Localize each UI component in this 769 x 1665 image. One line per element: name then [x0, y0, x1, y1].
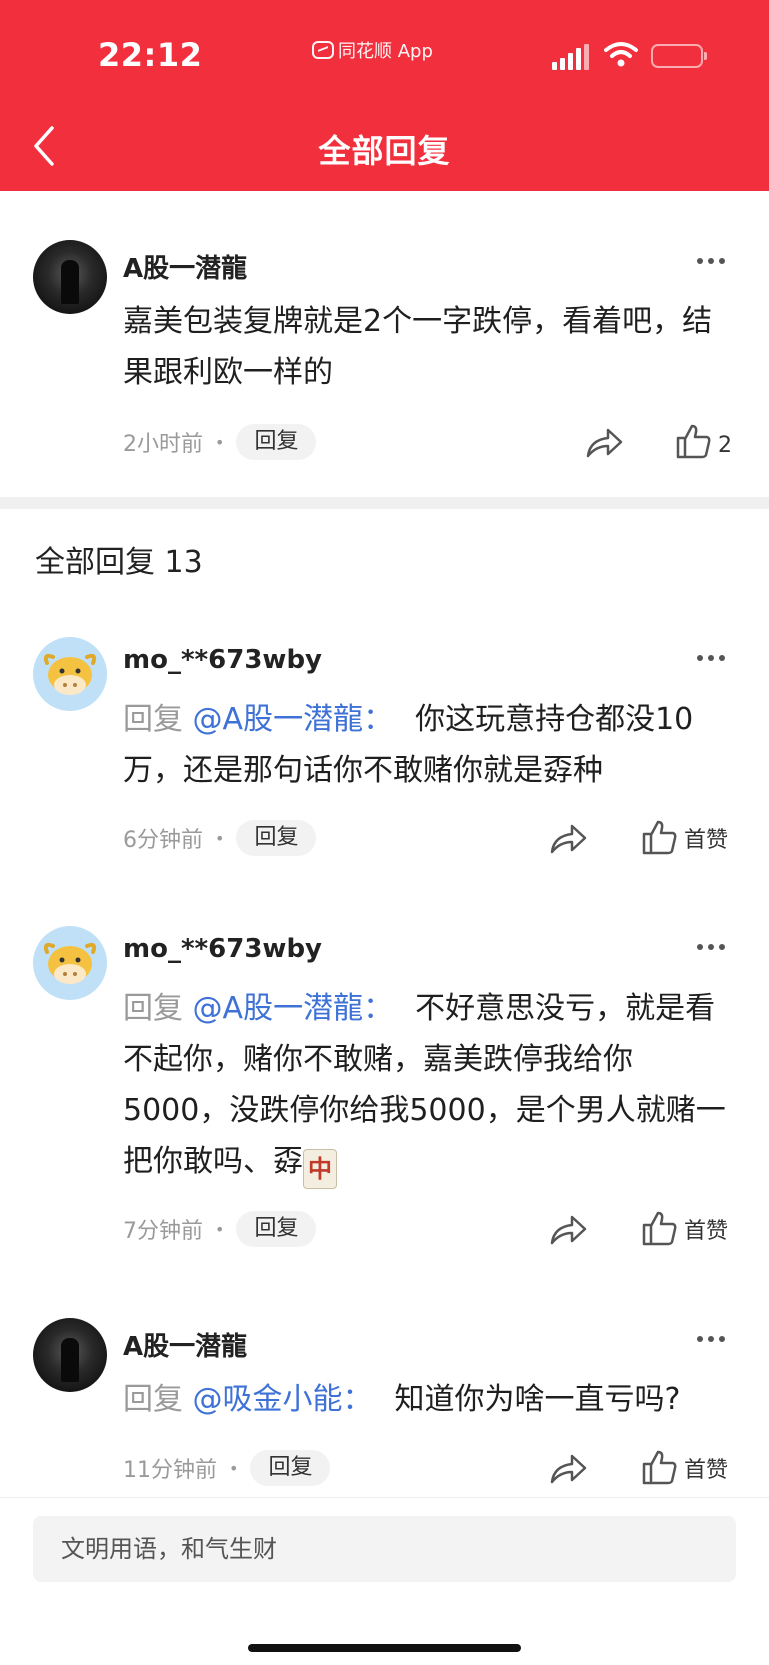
- section-title: 全部回复 13: [35, 545, 203, 580]
- meta-separator: •: [215, 828, 225, 848]
- comment-time: 7分钟前: [123, 1219, 203, 1244]
- app-logo-icon: [312, 41, 334, 59]
- thumbs-up-icon: [642, 820, 677, 855]
- comment-input-bar: 文明用语，和气生财: [0, 1497, 769, 1665]
- like-label: 首赞: [684, 1219, 729, 1244]
- share-icon[interactable]: [548, 1452, 588, 1486]
- more-options-icon[interactable]: [697, 1336, 725, 1342]
- like-button[interactable]: 首赞: [640, 1448, 728, 1486]
- like-button[interactable]: 2: [674, 422, 732, 460]
- avatar[interactable]: [33, 637, 107, 711]
- username[interactable]: A股一潜龍: [123, 1326, 247, 1363]
- more-options-icon[interactable]: [697, 258, 725, 264]
- thumbs-up-icon: [642, 1450, 677, 1485]
- comment-meta: 2小时前 • 回复: [123, 424, 317, 460]
- app-indicator: 同花顺 App: [312, 38, 433, 62]
- like-label: 首赞: [684, 828, 729, 853]
- status-time: 22:12: [98, 36, 203, 74]
- meta-separator: •: [229, 1458, 239, 1478]
- reply-content: 知道你为啥一直亏吗?: [394, 1382, 681, 1417]
- reply-prefix: 回复: [123, 702, 183, 737]
- like-label: 首赞: [684, 1458, 729, 1483]
- cow-avatar-icon: [43, 942, 97, 984]
- home-indicator[interactable]: [248, 1644, 521, 1652]
- reply-button[interactable]: 回复: [250, 1450, 331, 1486]
- reply-prefix: 回复: [123, 991, 183, 1026]
- comment-text: 嘉美包装复牌就是2个一字跌停，看着吧，结果跟利欧一样的: [123, 304, 713, 390]
- section-divider: [0, 497, 769, 509]
- app-label: 同花顺 App: [338, 41, 433, 62]
- more-options-icon[interactable]: [697, 944, 725, 950]
- reply-button[interactable]: 回复: [236, 424, 317, 460]
- comment-time: 2小时前: [123, 432, 203, 457]
- comment-time: 6分钟前: [123, 828, 203, 853]
- username[interactable]: A股一潜龍: [123, 248, 247, 285]
- like-button[interactable]: 首赞: [640, 818, 728, 856]
- comment-meta: 11分钟前 • 回复: [123, 1450, 331, 1486]
- like-count: 2: [718, 433, 732, 458]
- mahjong-emoji-icon: 中: [303, 1149, 337, 1189]
- like-button[interactable]: 首赞: [640, 1209, 728, 1247]
- wifi-icon: [604, 42, 638, 67]
- reply-text: 回复 @A股一潜龍： 你这玩意持仓都没10万，还是那句话你不敢赌你就是孬种: [123, 694, 735, 796]
- reply-button[interactable]: 回复: [236, 1211, 317, 1247]
- meta-separator: •: [215, 432, 225, 452]
- cow-avatar-icon: [43, 653, 97, 695]
- mention-link[interactable]: @吸金小能：: [193, 1382, 373, 1417]
- page-title: 全部回复: [318, 132, 451, 170]
- comment-input[interactable]: 文明用语，和气生财: [33, 1516, 736, 1582]
- mention-link[interactable]: @A股一潜龍：: [193, 991, 394, 1026]
- cellular-signal-icon: [552, 42, 589, 70]
- battery-icon: [651, 44, 707, 68]
- username[interactable]: mo_**673wby: [123, 934, 322, 964]
- comment-time: 11分钟前: [123, 1458, 217, 1483]
- thumbs-up-icon: [676, 424, 711, 459]
- avatar[interactable]: [33, 240, 107, 314]
- mention-link[interactable]: @A股一潜龍：: [193, 702, 394, 737]
- reply-button[interactable]: 回复: [236, 820, 317, 856]
- app-header: 22:12 同花顺 App 全部回复: [0, 0, 769, 191]
- meta-separator: •: [215, 1219, 225, 1239]
- share-icon[interactable]: [548, 822, 588, 856]
- thumbs-up-icon: [642, 1211, 677, 1246]
- comment-meta: 7分钟前 • 回复: [123, 1211, 317, 1247]
- more-options-icon[interactable]: [697, 655, 725, 661]
- share-icon[interactable]: [548, 1213, 588, 1247]
- reply-prefix: 回复: [123, 1382, 183, 1417]
- reply-text: 回复 @A股一潜龍： 不好意思没亏，就是看不起你，赌你不敢赌，嘉美跌停我给你500…: [123, 983, 735, 1189]
- avatar[interactable]: [33, 1318, 107, 1392]
- reply-text: 回复 @吸金小能： 知道你为啥一直亏吗?: [123, 1374, 735, 1425]
- avatar[interactable]: [33, 926, 107, 1000]
- comment-meta: 6分钟前 • 回复: [123, 820, 317, 856]
- username[interactable]: mo_**673wby: [123, 645, 322, 675]
- share-icon[interactable]: [584, 426, 624, 460]
